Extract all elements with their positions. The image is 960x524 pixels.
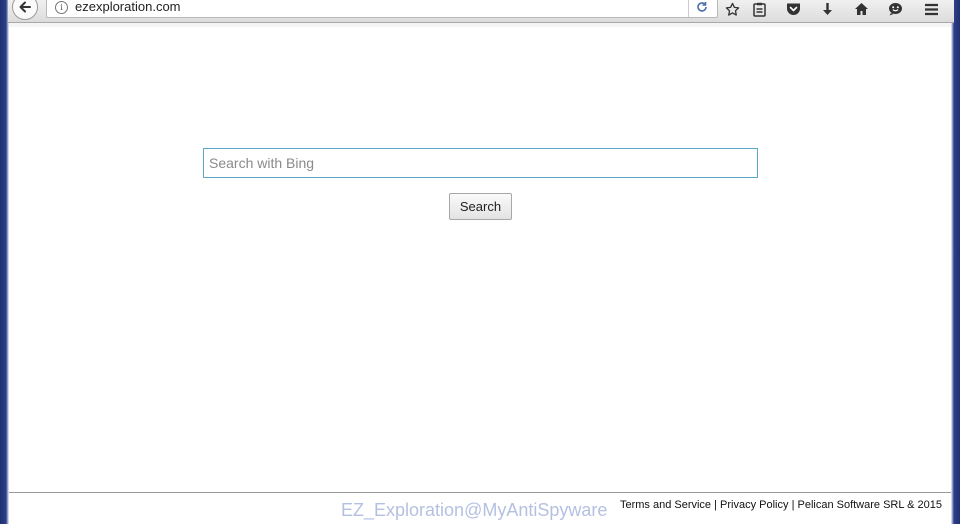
browser-toolbar: i ezexploration.com <box>8 0 954 23</box>
hamburger-menu-icon <box>924 3 938 15</box>
download-icon <box>822 2 832 15</box>
back-arrow-icon <box>19 1 31 13</box>
footer-divider <box>9 492 951 493</box>
back-button[interactable] <box>12 0 38 20</box>
watermark-text: EZ_Exploration@MyAntiSpyware <box>341 500 608 520</box>
hello-chat-button[interactable] <box>884 0 906 18</box>
info-icon[interactable]: i <box>55 1 68 14</box>
home-button[interactable] <box>850 0 872 18</box>
page-content: Search Terms and Service | Privacy Polic… <box>9 27 951 524</box>
clipboard-icon <box>752 2 766 17</box>
footer-links: Terms and Service | Privacy Policy | Pel… <box>620 499 942 511</box>
menu-button[interactable] <box>920 0 942 18</box>
address-bar[interactable]: i ezexploration.com <box>46 0 718 18</box>
reload-button[interactable] <box>688 0 715 17</box>
footer-separator: | <box>791 499 795 511</box>
search-button[interactable]: Search <box>449 193 512 220</box>
home-icon <box>854 3 868 15</box>
reading-list-button[interactable] <box>748 0 770 18</box>
pocket-button[interactable] <box>782 0 804 18</box>
pocket-icon <box>786 3 800 15</box>
footer-separator: | <box>714 499 717 511</box>
star-icon <box>725 2 739 16</box>
downloads-button[interactable] <box>816 0 838 18</box>
url-text[interactable]: ezexploration.com <box>75 0 181 14</box>
search-input[interactable] <box>203 148 758 178</box>
terms-link[interactable]: Terms and Service <box>620 499 711 511</box>
reload-icon <box>697 2 707 12</box>
privacy-link[interactable]: Privacy Policy <box>720 499 788 511</box>
company-text: Pelican Software SRL & 2015 <box>797 499 942 511</box>
chat-smiley-icon <box>888 3 902 16</box>
bookmark-star-button[interactable] <box>721 0 743 18</box>
